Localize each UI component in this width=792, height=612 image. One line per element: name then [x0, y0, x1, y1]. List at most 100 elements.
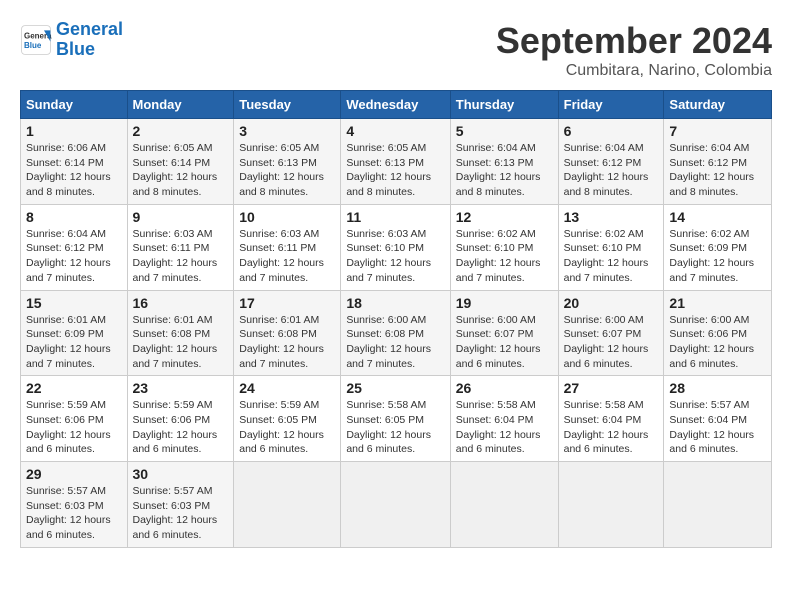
logo-icon: General Blue: [20, 24, 52, 56]
calendar-week-4: 22 Sunrise: 5:59 AMSunset: 6:06 PMDaylig…: [21, 376, 772, 462]
calendar-cell: 2 Sunrise: 6:05 AMSunset: 6:14 PMDayligh…: [127, 119, 234, 205]
day-info: Sunrise: 6:04 AMSunset: 6:12 PMDaylight:…: [26, 228, 111, 284]
calendar-cell: 6 Sunrise: 6:04 AMSunset: 6:12 PMDayligh…: [558, 119, 664, 205]
calendar-cell: 27 Sunrise: 5:58 AMSunset: 6:04 PMDaylig…: [558, 376, 664, 462]
day-info: Sunrise: 5:57 AMSunset: 6:03 PMDaylight:…: [133, 485, 218, 541]
col-wednesday: Wednesday: [341, 91, 450, 119]
day-number: 15: [26, 295, 122, 311]
calendar-cell: 17 Sunrise: 6:01 AMSunset: 6:08 PMDaylig…: [234, 290, 341, 376]
day-number: 27: [564, 380, 659, 396]
calendar-cell: [558, 462, 664, 548]
day-number: 12: [456, 209, 553, 225]
day-number: 19: [456, 295, 553, 311]
calendar-cell: 25 Sunrise: 5:58 AMSunset: 6:05 PMDaylig…: [341, 376, 450, 462]
location-subtitle: Cumbitara, Narino, Colombia: [496, 62, 772, 80]
col-tuesday: Tuesday: [234, 91, 341, 119]
day-info: Sunrise: 5:58 AMSunset: 6:04 PMDaylight:…: [456, 399, 541, 455]
day-info: Sunrise: 6:02 AMSunset: 6:10 PMDaylight:…: [456, 228, 541, 284]
calendar-cell: [341, 462, 450, 548]
day-number: 17: [239, 295, 335, 311]
day-info: Sunrise: 6:01 AMSunset: 6:08 PMDaylight:…: [133, 314, 218, 370]
day-number: 1: [26, 123, 122, 139]
calendar-cell: 5 Sunrise: 6:04 AMSunset: 6:13 PMDayligh…: [450, 119, 558, 205]
day-number: 23: [133, 380, 229, 396]
calendar-cell: 12 Sunrise: 6:02 AMSunset: 6:10 PMDaylig…: [450, 204, 558, 290]
day-info: Sunrise: 6:05 AMSunset: 6:13 PMDaylight:…: [346, 142, 431, 198]
calendar-week-2: 8 Sunrise: 6:04 AMSunset: 6:12 PMDayligh…: [21, 204, 772, 290]
calendar-cell: [234, 462, 341, 548]
day-info: Sunrise: 6:02 AMSunset: 6:10 PMDaylight:…: [564, 228, 649, 284]
day-info: Sunrise: 5:57 AMSunset: 6:03 PMDaylight:…: [26, 485, 111, 541]
day-info: Sunrise: 6:00 AMSunset: 6:07 PMDaylight:…: [456, 314, 541, 370]
day-number: 3: [239, 123, 335, 139]
day-number: 6: [564, 123, 659, 139]
day-number: 5: [456, 123, 553, 139]
day-number: 24: [239, 380, 335, 396]
col-friday: Friday: [558, 91, 664, 119]
day-number: 28: [669, 380, 766, 396]
calendar-body: 1 Sunrise: 6:06 AMSunset: 6:14 PMDayligh…: [21, 119, 772, 548]
day-info: Sunrise: 5:59 AMSunset: 6:06 PMDaylight:…: [26, 399, 111, 455]
calendar-week-5: 29 Sunrise: 5:57 AMSunset: 6:03 PMDaylig…: [21, 462, 772, 548]
day-info: Sunrise: 6:03 AMSunset: 6:11 PMDaylight:…: [133, 228, 218, 284]
calendar-cell: 15 Sunrise: 6:01 AMSunset: 6:09 PMDaylig…: [21, 290, 128, 376]
day-number: 9: [133, 209, 229, 225]
calendar-cell: [664, 462, 772, 548]
col-thursday: Thursday: [450, 91, 558, 119]
col-saturday: Saturday: [664, 91, 772, 119]
calendar-table: Sunday Monday Tuesday Wednesday Thursday…: [20, 90, 772, 548]
calendar-cell: 9 Sunrise: 6:03 AMSunset: 6:11 PMDayligh…: [127, 204, 234, 290]
calendar-cell: 19 Sunrise: 6:00 AMSunset: 6:07 PMDaylig…: [450, 290, 558, 376]
day-info: Sunrise: 5:58 AMSunset: 6:05 PMDaylight:…: [346, 399, 431, 455]
calendar-cell: 28 Sunrise: 5:57 AMSunset: 6:04 PMDaylig…: [664, 376, 772, 462]
day-number: 10: [239, 209, 335, 225]
calendar-cell: 11 Sunrise: 6:03 AMSunset: 6:10 PMDaylig…: [341, 204, 450, 290]
col-sunday: Sunday: [21, 91, 128, 119]
calendar-cell: 26 Sunrise: 5:58 AMSunset: 6:04 PMDaylig…: [450, 376, 558, 462]
calendar-cell: 20 Sunrise: 6:00 AMSunset: 6:07 PMDaylig…: [558, 290, 664, 376]
day-number: 11: [346, 209, 444, 225]
calendar-cell: 14 Sunrise: 6:02 AMSunset: 6:09 PMDaylig…: [664, 204, 772, 290]
calendar-cell: 24 Sunrise: 5:59 AMSunset: 6:05 PMDaylig…: [234, 376, 341, 462]
calendar-cell: [450, 462, 558, 548]
day-number: 20: [564, 295, 659, 311]
day-info: Sunrise: 5:57 AMSunset: 6:04 PMDaylight:…: [669, 399, 754, 455]
day-info: Sunrise: 6:03 AMSunset: 6:10 PMDaylight:…: [346, 228, 431, 284]
day-info: Sunrise: 5:59 AMSunset: 6:05 PMDaylight:…: [239, 399, 324, 455]
day-number: 2: [133, 123, 229, 139]
calendar-header-row: Sunday Monday Tuesday Wednesday Thursday…: [21, 91, 772, 119]
day-number: 7: [669, 123, 766, 139]
col-monday: Monday: [127, 91, 234, 119]
day-number: 4: [346, 123, 444, 139]
day-info: Sunrise: 6:01 AMSunset: 6:08 PMDaylight:…: [239, 314, 324, 370]
calendar-cell: 7 Sunrise: 6:04 AMSunset: 6:12 PMDayligh…: [664, 119, 772, 205]
calendar-cell: 30 Sunrise: 5:57 AMSunset: 6:03 PMDaylig…: [127, 462, 234, 548]
day-number: 26: [456, 380, 553, 396]
day-number: 21: [669, 295, 766, 311]
day-info: Sunrise: 6:04 AMSunset: 6:12 PMDaylight:…: [669, 142, 754, 198]
logo: General Blue General Blue: [20, 20, 123, 60]
calendar-cell: 29 Sunrise: 5:57 AMSunset: 6:03 PMDaylig…: [21, 462, 128, 548]
month-title: September 2024: [496, 20, 772, 62]
day-info: Sunrise: 6:02 AMSunset: 6:09 PMDaylight:…: [669, 228, 754, 284]
day-number: 13: [564, 209, 659, 225]
calendar-cell: 23 Sunrise: 5:59 AMSunset: 6:06 PMDaylig…: [127, 376, 234, 462]
calendar-cell: 3 Sunrise: 6:05 AMSunset: 6:13 PMDayligh…: [234, 119, 341, 205]
day-number: 30: [133, 466, 229, 482]
calendar-week-3: 15 Sunrise: 6:01 AMSunset: 6:09 PMDaylig…: [21, 290, 772, 376]
day-info: Sunrise: 5:58 AMSunset: 6:04 PMDaylight:…: [564, 399, 649, 455]
day-number: 16: [133, 295, 229, 311]
calendar-cell: 1 Sunrise: 6:06 AMSunset: 6:14 PMDayligh…: [21, 119, 128, 205]
day-number: 25: [346, 380, 444, 396]
day-info: Sunrise: 6:04 AMSunset: 6:12 PMDaylight:…: [564, 142, 649, 198]
calendar-cell: 22 Sunrise: 5:59 AMSunset: 6:06 PMDaylig…: [21, 376, 128, 462]
calendar-cell: 21 Sunrise: 6:00 AMSunset: 6:06 PMDaylig…: [664, 290, 772, 376]
day-number: 8: [26, 209, 122, 225]
day-info: Sunrise: 6:03 AMSunset: 6:11 PMDaylight:…: [239, 228, 324, 284]
day-info: Sunrise: 6:06 AMSunset: 6:14 PMDaylight:…: [26, 142, 111, 198]
day-info: Sunrise: 6:04 AMSunset: 6:13 PMDaylight:…: [456, 142, 541, 198]
day-info: Sunrise: 5:59 AMSunset: 6:06 PMDaylight:…: [133, 399, 218, 455]
day-info: Sunrise: 6:00 AMSunset: 6:08 PMDaylight:…: [346, 314, 431, 370]
title-block: September 2024 Cumbitara, Narino, Colomb…: [496, 20, 772, 80]
svg-text:Blue: Blue: [24, 41, 42, 50]
